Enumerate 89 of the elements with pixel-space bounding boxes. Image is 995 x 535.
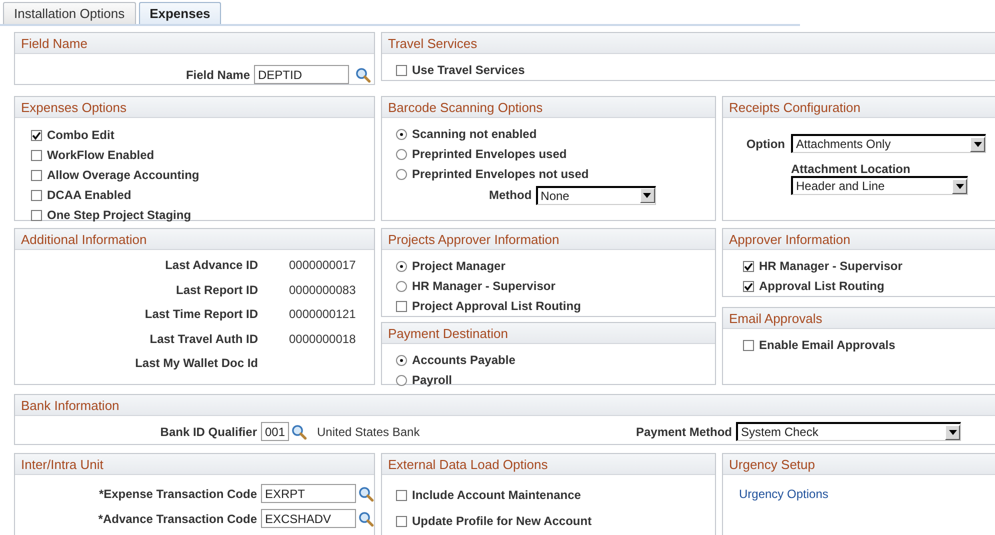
field-label: Last Travel Auth ID bbox=[148, 332, 258, 346]
checkbox-label[interactable]: Enable Email Approvals bbox=[759, 338, 896, 352]
radio-button[interactable] bbox=[396, 374, 407, 386]
field-label: Field Name bbox=[186, 68, 250, 82]
checkbox[interactable] bbox=[396, 516, 407, 526]
field-label: Attachment Location bbox=[791, 162, 912, 176]
field-value: 0000000017 bbox=[289, 258, 357, 272]
text-field[interactable]: EXRPT bbox=[261, 484, 356, 503]
field-label: Method bbox=[489, 188, 532, 202]
section-title: External Data Load Options bbox=[388, 456, 548, 472]
radio-label[interactable]: Preprinted Envelopes not used bbox=[412, 167, 589, 181]
field-value: 0000000083 bbox=[289, 282, 357, 297]
radio-button[interactable] bbox=[396, 128, 407, 140]
checkbox[interactable] bbox=[31, 130, 42, 140]
caret-icon[interactable] bbox=[952, 178, 967, 194]
radio-button[interactable] bbox=[396, 148, 407, 160]
field-value: 0000000121 bbox=[289, 307, 357, 322]
field-label: Last My Wallet Doc Id bbox=[134, 356, 258, 370]
caret-icon[interactable] bbox=[970, 136, 985, 152]
section-title: Receipts Configuration bbox=[729, 100, 861, 114]
section-title: Additional Information bbox=[21, 232, 147, 246]
field-label: Option bbox=[745, 136, 785, 150]
checkbox-label[interactable]: Include Account Maintenance bbox=[412, 488, 581, 502]
bank-name: United States Bank bbox=[317, 424, 420, 438]
section-title: Approver Information bbox=[729, 232, 850, 246]
section-title: Barcode Scanning Options bbox=[388, 100, 543, 114]
section-title: Bank Information bbox=[21, 398, 120, 412]
caret-icon[interactable] bbox=[640, 188, 655, 203]
radio-label[interactable]: Accounts Payable bbox=[412, 353, 516, 367]
radio-button[interactable] bbox=[396, 168, 407, 180]
urgency-options-link[interactable]: Urgency Options bbox=[739, 487, 828, 501]
caret-icon[interactable] bbox=[945, 424, 960, 440]
section-title: Payment Destination bbox=[388, 326, 508, 340]
radio-label[interactable]: Scanning not enabled bbox=[412, 127, 537, 141]
checkbox-label[interactable]: Combo Edit bbox=[47, 128, 114, 142]
radio-button[interactable] bbox=[396, 260, 407, 272]
section-title: Email Approvals bbox=[729, 310, 822, 326]
checkbox[interactable] bbox=[31, 170, 42, 180]
checkbox[interactable] bbox=[396, 490, 407, 500]
section-title: Inter/Intra Unit bbox=[21, 456, 104, 472]
dropdown[interactable]: Attachments Only bbox=[791, 134, 986, 153]
field-label: Payment Method bbox=[636, 424, 732, 438]
radio-button[interactable] bbox=[396, 280, 407, 292]
field-label: Last Advance ID bbox=[164, 258, 258, 272]
dropdown[interactable]: None bbox=[536, 186, 656, 204]
tab[interactable]: Installation Options bbox=[3, 2, 136, 24]
radio-label[interactable]: Payroll bbox=[412, 373, 452, 387]
section-title: Expenses Options bbox=[21, 100, 127, 114]
checkbox-label[interactable]: Approval List Routing bbox=[759, 279, 884, 293]
checkbox-label[interactable]: HR Manager - Supervisor bbox=[759, 259, 902, 273]
checkbox[interactable] bbox=[743, 280, 754, 292]
checkbox[interactable] bbox=[396, 300, 407, 312]
section-title: Urgency Setup bbox=[729, 456, 815, 472]
checkbox[interactable] bbox=[31, 190, 42, 200]
search-icon[interactable] bbox=[358, 510, 374, 526]
section-title: Projects Approver Information bbox=[388, 232, 560, 246]
radio-label[interactable]: HR Manager - Supervisor bbox=[412, 279, 556, 293]
checkbox-label[interactable]: Project Approval List Routing bbox=[412, 299, 581, 313]
checkbox-label[interactable]: Use Travel Services bbox=[412, 63, 525, 77]
dropdown[interactable]: System Check bbox=[736, 422, 961, 441]
search-icon[interactable] bbox=[358, 486, 374, 502]
field-label: Last Time Report ID bbox=[144, 307, 258, 322]
dropdown[interactable]: Header and Line bbox=[791, 176, 968, 195]
text-field[interactable]: EXCSHADV bbox=[261, 509, 356, 528]
field-label: *Advance Transaction Code bbox=[97, 512, 257, 526]
field-label: *Expense Transaction Code bbox=[98, 486, 257, 500]
search-icon[interactable] bbox=[291, 424, 307, 440]
field-label: Last Report ID bbox=[174, 282, 258, 297]
section-title: Travel Services bbox=[388, 36, 478, 50]
checkbox[interactable] bbox=[743, 340, 754, 350]
checkbox-label[interactable]: One Step Project Staging bbox=[47, 208, 192, 222]
tab[interactable]: Expenses bbox=[138, 2, 222, 24]
checkbox[interactable] bbox=[396, 64, 407, 76]
checkbox-label[interactable]: Allow Overage Accounting bbox=[47, 168, 200, 182]
search-icon[interactable] bbox=[355, 66, 371, 82]
radio-label[interactable]: Preprinted Envelopes used bbox=[412, 147, 567, 161]
checkbox[interactable] bbox=[743, 260, 754, 272]
field-value: 0000000018 bbox=[289, 332, 357, 346]
radio-button[interactable] bbox=[396, 354, 407, 366]
text-field[interactable]: DEPTID bbox=[254, 65, 349, 84]
section-title: Field Name bbox=[21, 36, 88, 50]
checkbox-label[interactable]: Update Profile for New Account bbox=[412, 514, 592, 528]
checkbox[interactable] bbox=[31, 210, 42, 220]
field-label: Bank ID Qualifier bbox=[159, 424, 257, 438]
checkbox-label[interactable]: WorkFlow Enabled bbox=[47, 148, 154, 162]
text-field[interactable]: 001 bbox=[261, 422, 289, 441]
checkbox[interactable] bbox=[31, 150, 42, 160]
checkbox-label[interactable]: DCAA Enabled bbox=[47, 188, 132, 202]
radio-label[interactable]: Project Manager bbox=[412, 259, 506, 273]
